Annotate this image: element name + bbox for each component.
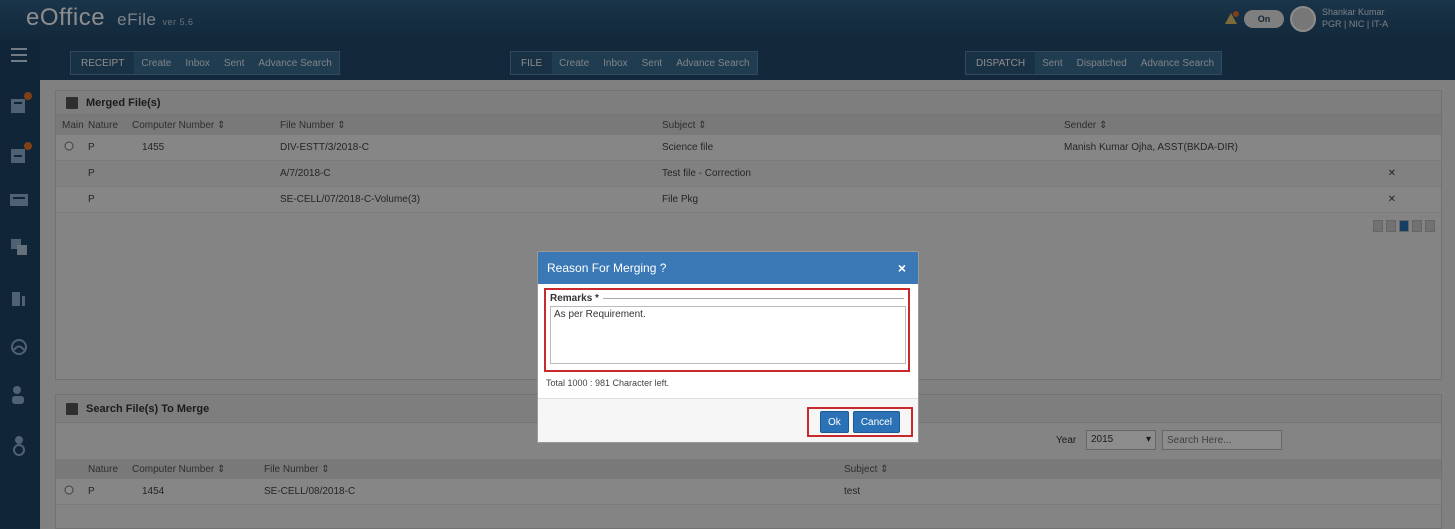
dialog-header: Reason For Merging ? ×: [538, 252, 918, 284]
remarks-textarea[interactable]: As per Requirement.: [550, 306, 906, 364]
close-icon[interactable]: ×: [894, 260, 910, 276]
reason-for-merging-dialog: Reason For Merging ? × Remarks * As per …: [537, 251, 919, 443]
cancel-button[interactable]: Cancel: [852, 411, 900, 433]
character-count: Total 1000 : 981 Character left.: [546, 378, 670, 388]
dialog-title: Reason For Merging ?: [547, 261, 667, 275]
dialog-actions: Ok Cancel: [807, 407, 913, 437]
remarks-label: Remarks *: [550, 293, 904, 304]
dialog-footer: Ok Cancel: [538, 398, 918, 442]
remarks-fieldset: Remarks * As per Requirement.: [544, 288, 910, 372]
ok-button[interactable]: Ok: [820, 411, 849, 433]
